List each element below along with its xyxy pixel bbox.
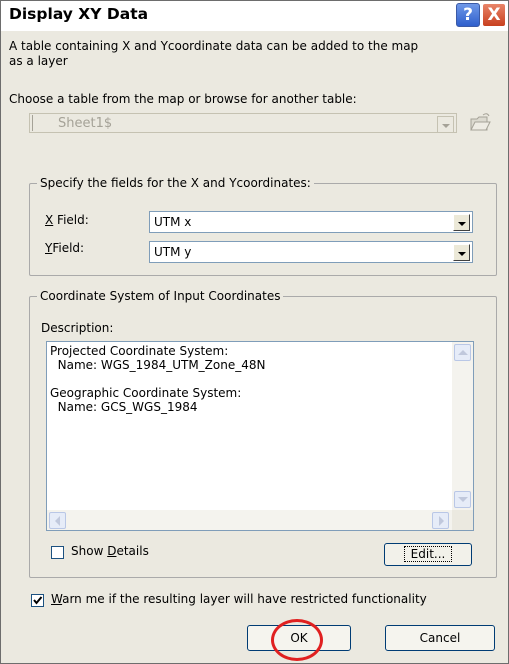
x-field-value: UTM x bbox=[154, 215, 192, 229]
title-bar: Display XY Data ? X bbox=[1, 1, 508, 31]
y-field-dropdown-button[interactable] bbox=[453, 244, 470, 261]
description-text: Projected Coordinate System: Name: WGS_1… bbox=[50, 344, 266, 414]
open-folder-icon bbox=[470, 113, 491, 131]
fields-group-label: Specify the fields for the X and Ycoordi… bbox=[37, 176, 314, 190]
x-field-select[interactable]: UTM x bbox=[149, 211, 473, 233]
cancel-button-label: Cancel bbox=[419, 631, 461, 645]
intro-text-line1: A table containing X and Ycoordinate dat… bbox=[9, 39, 419, 53]
browse-folder-button[interactable] bbox=[467, 111, 493, 135]
x-field-dropdown-button[interactable] bbox=[453, 214, 470, 231]
description-textbox[interactable]: Projected Coordinate System: Name: WGS_1… bbox=[46, 341, 474, 531]
scroll-left-button[interactable] bbox=[49, 512, 66, 529]
table-dropdown-button[interactable] bbox=[437, 116, 454, 133]
x-field-label: X Field: bbox=[45, 213, 89, 227]
chevron-down-icon bbox=[458, 252, 466, 256]
chevron-down-icon bbox=[458, 222, 466, 226]
checkmark-icon bbox=[33, 596, 43, 605]
scroll-down-button[interactable] bbox=[454, 491, 471, 508]
help-button[interactable]: ? bbox=[456, 3, 480, 27]
warn-label: Warn me if the resulting layer will have… bbox=[51, 592, 427, 606]
description-label: Description: bbox=[41, 321, 114, 335]
chevron-down-icon bbox=[458, 497, 468, 502]
display-xy-data-dialog: Display XY Data ? X A table containing X… bbox=[0, 0, 509, 664]
scrollbar-corner bbox=[452, 510, 473, 530]
chevron-up-icon bbox=[458, 350, 468, 355]
y-field-select[interactable]: UTM y bbox=[149, 241, 473, 263]
coordinate-system-group-label: Coordinate System of Input Coordinates bbox=[37, 289, 284, 303]
chevron-left-icon bbox=[55, 516, 60, 526]
show-details-checkbox[interactable] bbox=[51, 546, 64, 559]
y-field-value: UTM y bbox=[154, 245, 192, 259]
show-details-label: Show Details bbox=[71, 544, 149, 558]
dialog-title: Display XY Data bbox=[9, 5, 149, 23]
warn-checkbox[interactable] bbox=[31, 594, 44, 607]
table-combobox-value: Sheet1$ bbox=[58, 116, 113, 131]
scroll-up-button[interactable] bbox=[454, 344, 471, 361]
vertical-scrollbar[interactable] bbox=[452, 342, 473, 512]
choose-table-label: Choose a table from the map or browse fo… bbox=[9, 92, 357, 106]
edit-button[interactable]: Edit... bbox=[384, 543, 472, 566]
scroll-right-button[interactable] bbox=[432, 512, 449, 529]
intro-text-line2: as a layer bbox=[9, 54, 68, 68]
ok-highlight-circle bbox=[271, 619, 323, 661]
edit-button-label: Edit... bbox=[403, 546, 453, 562]
close-button[interactable]: X bbox=[482, 3, 506, 27]
combobox-divider bbox=[32, 115, 33, 131]
horizontal-scrollbar[interactable] bbox=[47, 510, 452, 530]
y-field-label: YField: bbox=[45, 241, 85, 255]
cancel-button[interactable]: Cancel bbox=[385, 625, 495, 651]
table-combobox[interactable]: Sheet1$ bbox=[29, 113, 457, 133]
chevron-down-icon bbox=[442, 124, 450, 128]
chevron-right-icon bbox=[439, 516, 444, 526]
